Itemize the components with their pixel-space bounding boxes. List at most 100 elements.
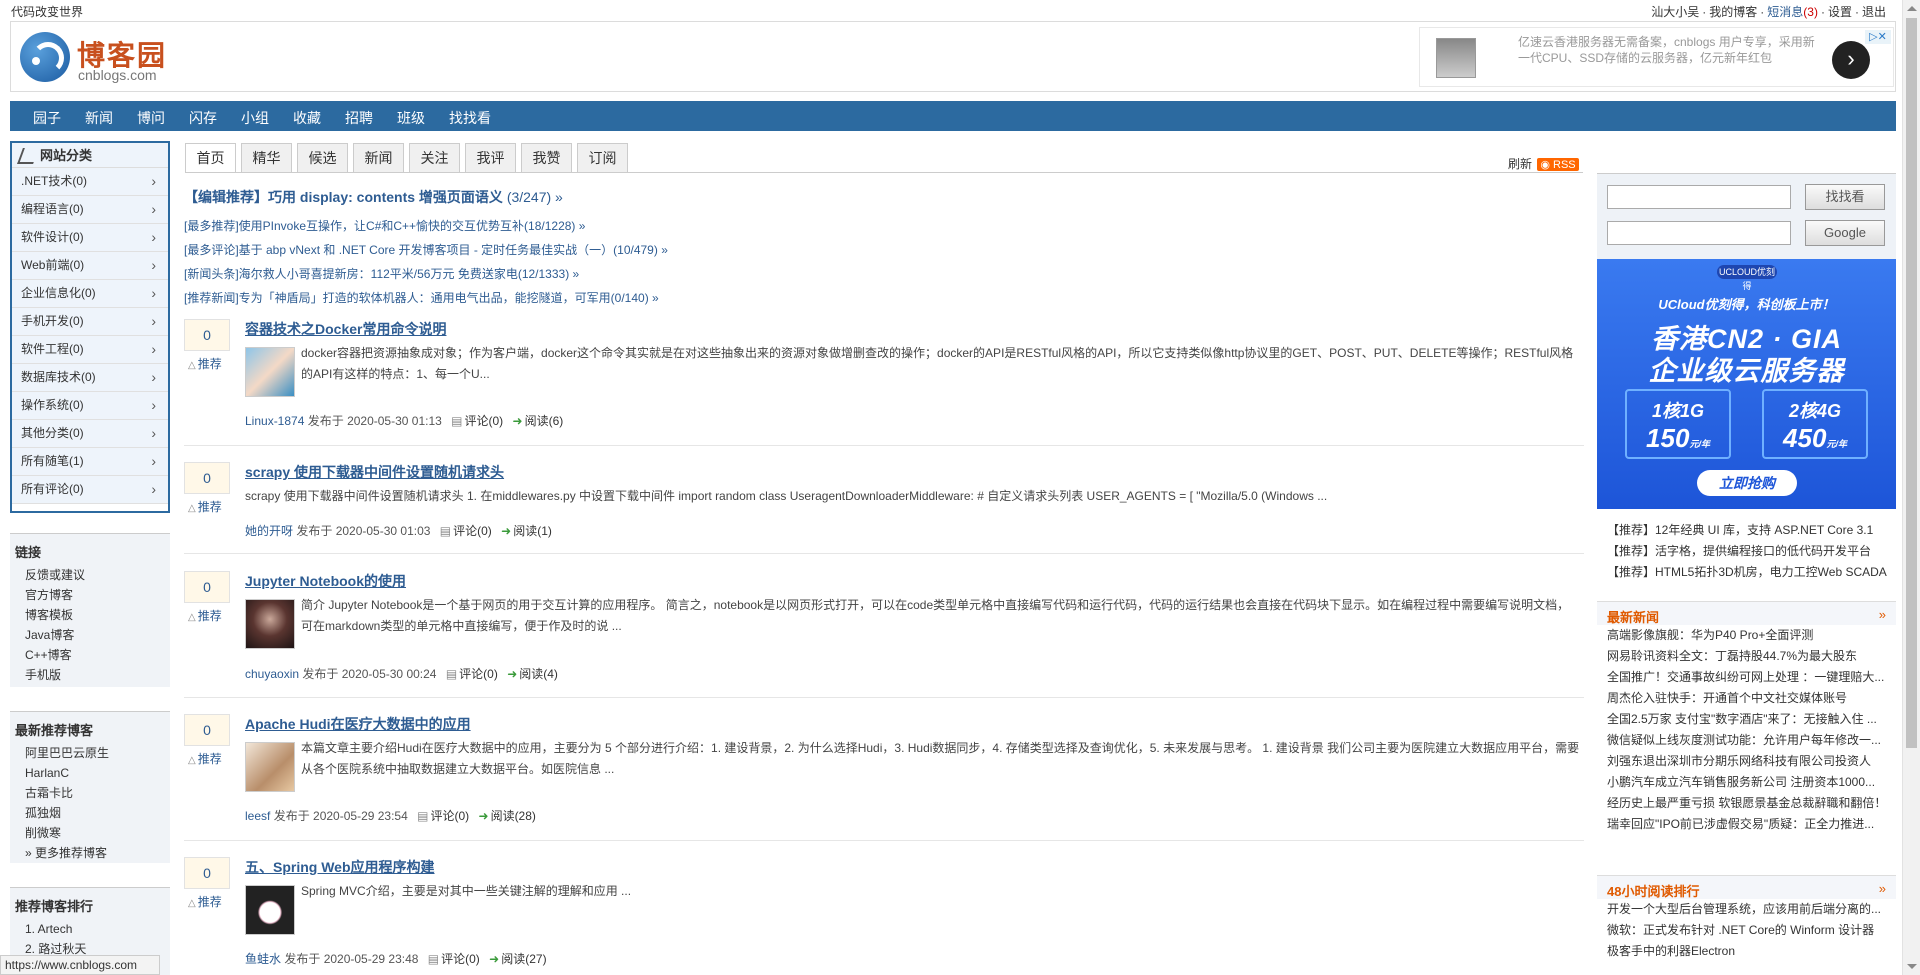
news-link[interactable]: 网易聆讯资料全文：丁磊持股44.7%为最大股东 (1597, 646, 1896, 667)
post-title[interactable]: scrapy 使用下载器中间件设置随机请求头 (245, 462, 504, 482)
category-item[interactable]: Web前端(0) › (12, 252, 168, 280)
category-item[interactable]: 软件工程(0) › (12, 336, 168, 364)
post-reads[interactable]: 阅读(6) (525, 414, 564, 428)
site-logo[interactable]: 博客园 cnblogs.com (20, 32, 180, 84)
post-reads[interactable]: 阅读(4) (519, 667, 558, 681)
author-avatar[interactable] (245, 599, 295, 649)
blogger-link[interactable]: HarlanC (15, 763, 165, 783)
settings-link[interactable]: 设置 (1828, 5, 1852, 19)
author-avatar[interactable] (245, 742, 295, 792)
category-item[interactable]: 手机开发(0) › (12, 308, 168, 336)
post-comments[interactable]: 评论(0) (441, 952, 480, 966)
latest-news-title[interactable]: 最新新闻 (1607, 607, 1659, 626)
notice-link[interactable]: [推荐新闻]专为「神盾局」打造的软体机器人：通用电气出品，能挖隧道，可军用(0/… (184, 289, 659, 306)
rank-item[interactable]: 1. Artech (15, 919, 165, 939)
hot-link[interactable]: 开发一个大型后台管理系统，应该用前后端分离的... (1597, 899, 1896, 920)
link-item[interactable]: 博客模板 (15, 605, 165, 625)
post-reads[interactable]: 阅读(28) (491, 809, 536, 823)
category-item[interactable]: 操作系统(0) › (12, 392, 168, 420)
recommend-button[interactable]: 推荐 (188, 498, 222, 515)
link-item[interactable]: 官方博客 (15, 585, 165, 605)
nav-item-garden[interactable]: 园子 (33, 108, 61, 128)
category-item[interactable]: 所有随笔(1) › (12, 448, 168, 476)
notice-link[interactable]: [新闻头条]海尔救人小哥喜提新房：112平米/56万元 免费送家电(12/133… (184, 265, 579, 282)
ucloud-buy-button[interactable]: 立即抢购 (1697, 470, 1797, 496)
recommend-button[interactable]: 推荐 (188, 607, 222, 624)
news-link[interactable]: 高端影像旗舰：华为P40 Pro+全面评测 (1597, 625, 1896, 646)
tab-my-comments[interactable]: 我评 (465, 143, 516, 173)
post-reads[interactable]: 阅读(27) (501, 952, 546, 966)
tab-home[interactable]: 首页 (185, 143, 236, 173)
post-author[interactable]: leesf (245, 809, 270, 823)
nav-item-question[interactable]: 博问 (137, 108, 165, 128)
link-item[interactable]: C++博客 (15, 645, 165, 665)
google-search-input[interactable] (1607, 221, 1791, 245)
post-title[interactable]: Apache Hudi在医疗大数据中的应用 (245, 714, 471, 734)
category-item[interactable]: 企业信息化(0) › (12, 280, 168, 308)
hot48-more[interactable]: » (1879, 881, 1886, 896)
link-item[interactable]: Java博客 (15, 625, 165, 645)
tab-my-likes[interactable]: 我赞 (521, 143, 572, 173)
ad-arrow-icon[interactable]: › (1832, 41, 1870, 79)
vote-count[interactable]: 0 (184, 462, 230, 494)
news-link[interactable]: 刘强东退出深圳市分期乐网络科技有限公司投资人 (1597, 751, 1896, 772)
post-comments[interactable]: 评论(0) (430, 809, 469, 823)
more-bloggers-link[interactable]: » 更多推荐博客 (15, 843, 165, 863)
nav-item-favorites[interactable]: 收藏 (293, 108, 321, 128)
category-item[interactable]: 软件设计(0) › (12, 224, 168, 252)
ucloud-ad-banner[interactable]: UCLOUD优刻得 UCloud优刻得，科创板上市！ 香港CN2 · GIA 企… (1597, 259, 1896, 509)
scrollbar-thumb[interactable] (1906, 18, 1917, 748)
tab-news[interactable]: 新闻 (353, 143, 404, 173)
zzk-search-button[interactable]: 找找看 (1805, 184, 1885, 210)
category-item[interactable]: 所有评论(0) › (12, 476, 168, 504)
hot-link[interactable]: 微软：正式发布针对 .NET Core的 Winform 设计器 (1597, 920, 1896, 941)
nav-item-search[interactable]: 找找看 (449, 108, 491, 128)
author-avatar[interactable] (245, 347, 295, 397)
post-author[interactable]: 鱼蛙水 (245, 952, 281, 966)
latest-news-more[interactable]: » (1879, 607, 1886, 622)
blogger-link[interactable]: 削微寒 (15, 823, 165, 843)
news-link[interactable]: 微信疑似上线灰度测试功能：允许用户每年修改一... (1597, 730, 1896, 751)
category-item[interactable]: 其他分类(0) › (12, 420, 168, 448)
post-comments[interactable]: 评论(0) (459, 667, 498, 681)
recommend-button[interactable]: 推荐 (188, 355, 222, 372)
category-item[interactable]: 编程语言(0) › (12, 196, 168, 224)
promo-link[interactable]: 【推荐】活字格，提供编程接口的低代码开发平台 (1597, 541, 1896, 562)
user-name-link[interactable]: 汕大小吴 (1651, 5, 1699, 19)
hot-link[interactable]: 极客手中的利器Electron (1597, 941, 1896, 962)
tab-following[interactable]: 关注 (409, 143, 460, 173)
vote-count[interactable]: 0 (184, 571, 230, 603)
scroll-up-icon[interactable] (1907, 6, 1917, 11)
nav-item-groups[interactable]: 小组 (241, 108, 269, 128)
vote-count[interactable]: 0 (184, 714, 230, 746)
post-title[interactable]: Jupyter Notebook的使用 (245, 571, 406, 591)
nav-item-news[interactable]: 新闻 (85, 108, 113, 128)
rss-badge-icon[interactable]: ◉ RSS (1537, 158, 1579, 171)
blogger-link[interactable]: 阿里巴巴云原生 (15, 743, 165, 763)
news-link[interactable]: 瑞幸回应"IPO前已涉虚假交易"质疑：正全力推进... (1597, 814, 1896, 835)
tab-featured[interactable]: 精华 (241, 143, 292, 173)
news-link[interactable]: 周杰伦入驻快手：开通首个中文社交媒体账号 (1597, 688, 1896, 709)
promo-link[interactable]: 【推荐】HTML5拓扑3D机房，电力工控Web SCADA (1597, 562, 1896, 583)
logout-link[interactable]: 退出 (1862, 5, 1886, 19)
google-search-button[interactable]: Google (1805, 220, 1885, 246)
promo-link[interactable]: 【推荐】12年经典 UI 库，支持 ASP.NET Core 3.1 (1597, 520, 1896, 541)
my-blog-link[interactable]: 我的博客 (1709, 5, 1757, 19)
news-link[interactable]: 全国推广！交通事故纠纷可网上处理 ：一键理赔大... (1597, 667, 1896, 688)
link-item[interactable]: 手机版 (15, 665, 165, 685)
news-link[interactable]: 小鹏汽车成立汽车销售服务新公司 注册资本1000... (1597, 772, 1896, 793)
refresh-link[interactable]: 刷新 (1508, 157, 1532, 171)
recommend-button[interactable]: 推荐 (188, 750, 222, 767)
scroll-down-icon[interactable] (1907, 964, 1917, 969)
category-item[interactable]: .NET技术(0) › (12, 168, 168, 196)
post-author[interactable]: Linux-1874 (245, 414, 304, 428)
page-scrollbar[interactable] (1902, 0, 1920, 975)
category-item[interactable]: 数据库技术(0) › (12, 364, 168, 392)
link-item[interactable]: 反馈或建议 (15, 565, 165, 585)
hot48-title[interactable]: 48小时阅读排行 (1607, 881, 1699, 900)
post-title[interactable]: 五、Spring Web应用程序构建 (245, 857, 435, 877)
zzk-search-input[interactable] (1607, 185, 1791, 209)
post-comments[interactable]: 评论(0) (453, 524, 492, 538)
author-avatar[interactable] (245, 885, 295, 935)
blogger-link[interactable]: 孤独烟 (15, 803, 165, 823)
